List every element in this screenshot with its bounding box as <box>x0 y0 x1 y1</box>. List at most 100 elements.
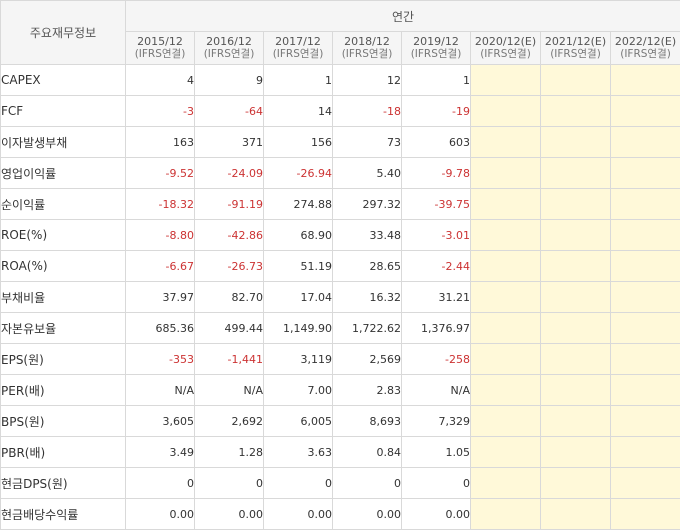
table-row: 이자발생부채16337115673603 <box>1 127 680 158</box>
value-cell: -2.44 <box>402 251 471 282</box>
value-cell: -42.86 <box>195 220 264 251</box>
period-basis: (IFRS연결) <box>541 48 610 61</box>
value-cell: 1,149.90 <box>264 313 333 344</box>
value-cell: 31.21 <box>402 282 471 313</box>
value-cell: 16.32 <box>333 282 402 313</box>
table-row: CAPEX491121 <box>1 65 680 96</box>
value-cell: N/A <box>195 375 264 406</box>
row-label: 현금배당수익률 <box>1 499 126 530</box>
value-cell: 6,005 <box>264 406 333 437</box>
value-cell <box>611 220 680 251</box>
value-cell <box>611 282 680 313</box>
row-label: PBR(배) <box>1 437 126 468</box>
period-year: 2015/12 <box>137 35 183 48</box>
value-cell: -9.52 <box>126 158 195 189</box>
value-cell <box>541 189 611 220</box>
value-cell <box>541 282 611 313</box>
table-row: 현금DPS(원)00000 <box>1 468 680 499</box>
value-cell: -3 <box>126 96 195 127</box>
row-label: BPS(원) <box>1 406 126 437</box>
value-cell: 8,693 <box>333 406 402 437</box>
value-cell: -19 <box>402 96 471 127</box>
value-cell: -26.73 <box>195 251 264 282</box>
value-cell: 1.05 <box>402 437 471 468</box>
value-cell <box>471 468 541 499</box>
value-cell: -1,441 <box>195 344 264 375</box>
value-cell: 685.36 <box>126 313 195 344</box>
value-cell <box>471 406 541 437</box>
value-cell: 0.00 <box>126 499 195 530</box>
value-cell <box>611 468 680 499</box>
value-cell: 371 <box>195 127 264 158</box>
value-cell: 1,376.97 <box>402 313 471 344</box>
value-cell <box>541 127 611 158</box>
value-cell: 28.65 <box>333 251 402 282</box>
financial-summary-table: 주요재무정보 연간 2015/12(IFRS연결)2016/12(IFRS연결)… <box>0 0 680 530</box>
period-header: 2015/12(IFRS연결) <box>126 32 195 65</box>
value-cell <box>541 344 611 375</box>
table-row: 순이익률-18.32-91.19274.88297.32-39.75 <box>1 189 680 220</box>
value-cell: -39.75 <box>402 189 471 220</box>
value-cell: 0.00 <box>402 499 471 530</box>
value-cell <box>611 251 680 282</box>
value-cell <box>541 375 611 406</box>
value-cell <box>541 251 611 282</box>
period-basis: (IFRS연결) <box>264 48 332 61</box>
value-cell: 3,119 <box>264 344 333 375</box>
value-cell: -8.80 <box>126 220 195 251</box>
value-cell <box>471 65 541 96</box>
value-cell: 82.70 <box>195 282 264 313</box>
value-cell: -18 <box>333 96 402 127</box>
value-cell: 5.40 <box>333 158 402 189</box>
value-cell: 9 <box>195 65 264 96</box>
value-cell: 0.00 <box>264 499 333 530</box>
table-row: 부채비율37.9782.7017.0416.3231.21 <box>1 282 680 313</box>
period-year: 2017/12 <box>275 35 321 48</box>
period-basis: (IFRS연결) <box>471 48 540 61</box>
row-label: 현금DPS(원) <box>1 468 126 499</box>
period-header: 2016/12(IFRS연결) <box>195 32 264 65</box>
period-year: 2018/12 <box>344 35 390 48</box>
value-cell <box>541 96 611 127</box>
value-cell <box>541 220 611 251</box>
table-body: CAPEX491121FCF-3-6414-18-19이자발생부채1633711… <box>1 65 680 530</box>
row-label: PER(배) <box>1 375 126 406</box>
value-cell: 0 <box>264 468 333 499</box>
period-header: 2022/12(E)(IFRS연결) <box>611 32 680 65</box>
value-cell: 12 <box>333 65 402 96</box>
value-cell <box>611 406 680 437</box>
value-cell: 1 <box>264 65 333 96</box>
value-cell: N/A <box>126 375 195 406</box>
row-label: 자본유보율 <box>1 313 126 344</box>
value-cell: 37.97 <box>126 282 195 313</box>
value-cell: 163 <box>126 127 195 158</box>
row-label: 부채비율 <box>1 282 126 313</box>
value-cell <box>541 437 611 468</box>
value-cell: 73 <box>333 127 402 158</box>
period-header: 2019/12(IFRS연결) <box>402 32 471 65</box>
row-label: 순이익률 <box>1 189 126 220</box>
value-cell: 3.49 <box>126 437 195 468</box>
value-cell: -6.67 <box>126 251 195 282</box>
value-cell: -26.94 <box>264 158 333 189</box>
value-cell: 156 <box>264 127 333 158</box>
value-cell <box>541 158 611 189</box>
table-row: 자본유보율685.36499.441,149.901,722.621,376.9… <box>1 313 680 344</box>
period-basis: (IFRS연결) <box>195 48 263 61</box>
value-cell: 499.44 <box>195 313 264 344</box>
value-cell <box>471 313 541 344</box>
value-cell: 4 <box>126 65 195 96</box>
period-header: 2021/12(E)(IFRS연결) <box>541 32 611 65</box>
value-cell: 2,692 <box>195 406 264 437</box>
table-row: FCF-3-6414-18-19 <box>1 96 680 127</box>
period-year: 2016/12 <box>206 35 252 48</box>
row-label: 영업이익률 <box>1 158 126 189</box>
table-row: EPS(원)-353-1,4413,1192,569-258 <box>1 344 680 375</box>
period-basis: (IFRS연결) <box>611 48 680 61</box>
value-cell <box>471 220 541 251</box>
value-cell: 1.28 <box>195 437 264 468</box>
table-row: BPS(원)3,6052,6926,0058,6937,329 <box>1 406 680 437</box>
value-cell <box>471 127 541 158</box>
value-cell: 3,605 <box>126 406 195 437</box>
value-cell <box>611 158 680 189</box>
